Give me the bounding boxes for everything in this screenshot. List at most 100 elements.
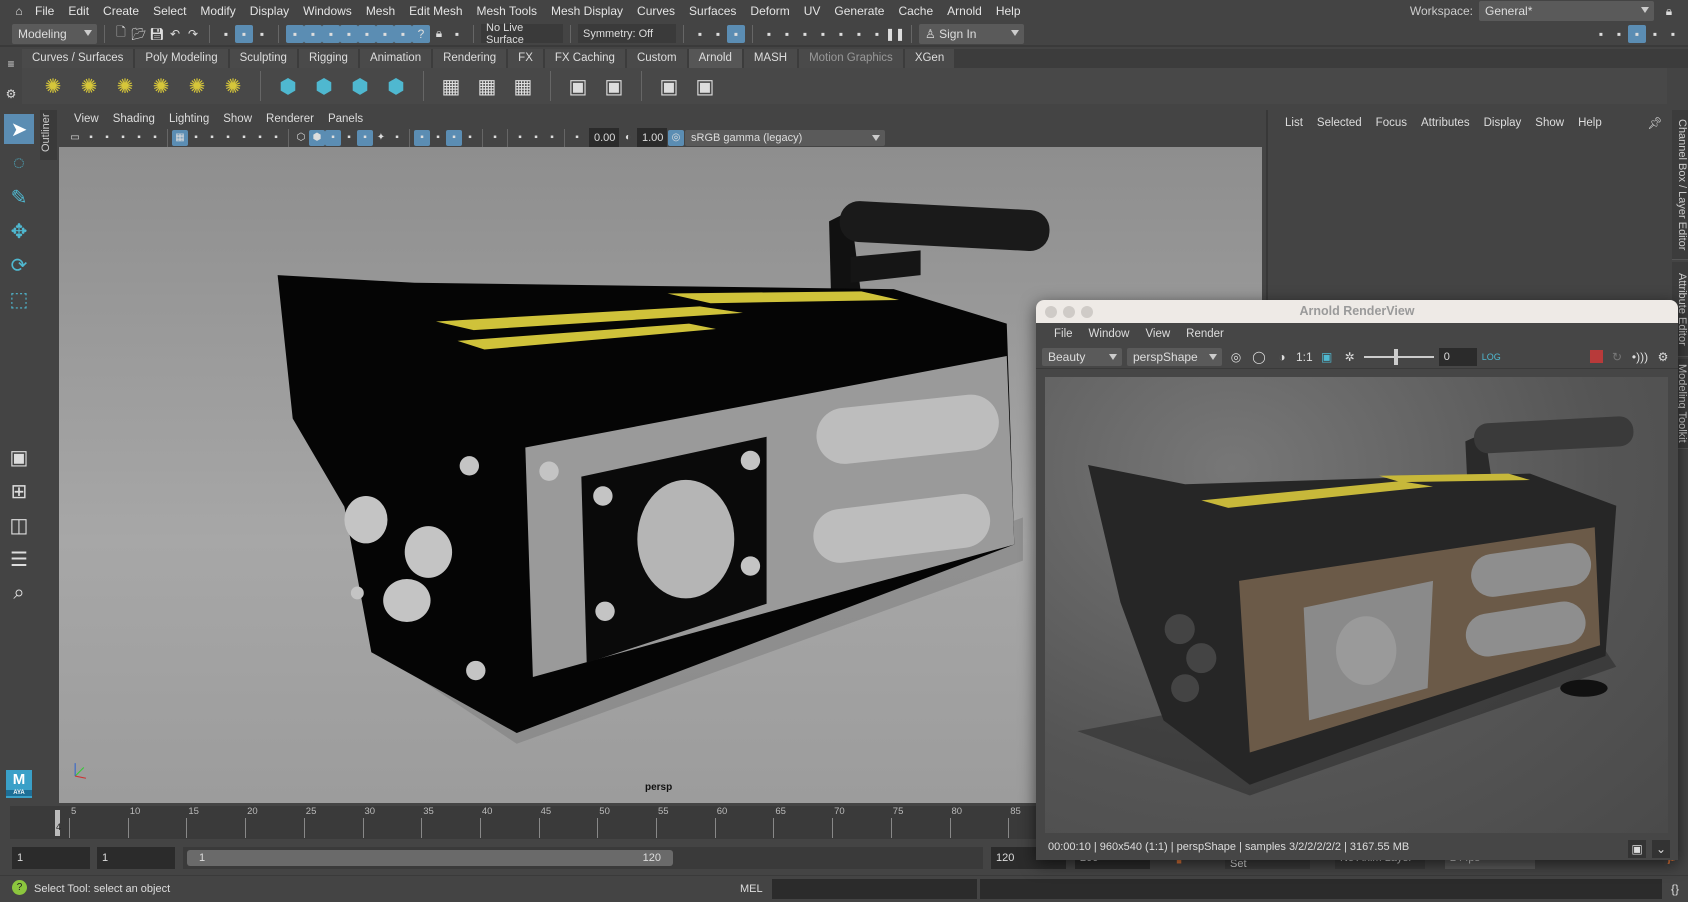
shelf-tab-sculpting[interactable]: Sculpting <box>229 49 297 68</box>
render-view-shelf-icon[interactable]: ▣ <box>656 73 682 99</box>
lights-icon[interactable]: ✦ <box>373 130 389 146</box>
standin-icon[interactable]: ⬢ <box>275 73 301 99</box>
light-editor-icon[interactable]: ▪ <box>868 25 886 43</box>
viewport-menu-shading[interactable]: Shading <box>106 113 162 125</box>
output-ops-icon[interactable]: ▪ <box>709 25 727 43</box>
redo-icon[interactable]: ↷ <box>184 25 202 43</box>
snap-surface-icon[interactable]: ▪ <box>358 24 376 43</box>
renderview-menu-window[interactable]: Window <box>1081 328 1138 340</box>
render-image[interactable] <box>1045 377 1668 833</box>
wireframe-on-shaded-icon[interactable]: ▪ <box>341 130 357 146</box>
photometric-light-icon[interactable]: ✺ <box>112 73 138 99</box>
create-standin-icon[interactable]: ⬢ <box>311 73 337 99</box>
menu-modify[interactable]: Modify <box>193 4 242 18</box>
select-hierarchy-icon[interactable]: ▪ <box>217 25 235 43</box>
menu-windows[interactable]: Windows <box>296 4 359 18</box>
grease-pencil-icon[interactable]: ▪ <box>147 130 163 146</box>
render-setup-icon[interactable]: ▪ <box>850 25 868 43</box>
renderview-menu-file[interactable]: File <box>1046 328 1081 340</box>
viewport-menu-renderer[interactable]: Renderer <box>259 113 321 125</box>
bookmark-icon[interactable]: ▪ <box>99 130 115 146</box>
screen-space-ao-icon[interactable]: ▪ <box>414 129 430 146</box>
area-light-icon[interactable]: ✺ <box>40 73 66 99</box>
render-current-icon[interactable]: ▪ <box>760 25 778 43</box>
input-ops-icon[interactable]: ▪ <box>691 25 709 43</box>
pin-icon[interactable]: 📌︎ <box>1646 114 1664 132</box>
snap-point-icon[interactable]: ▪ <box>322 24 340 43</box>
aov-icon[interactable]: ▣ <box>601 73 627 99</box>
save-scene-icon[interactable]: 💾︎ <box>148 25 166 43</box>
lasso-tool-icon[interactable]: ◌ <box>4 148 34 178</box>
lock-icon[interactable]: 🔒︎ <box>430 25 448 43</box>
open-scene-icon[interactable]: 📂︎ <box>130 25 148 43</box>
wireframe-icon[interactable]: ⬡ <box>293 130 309 146</box>
script-language-toggle[interactable]: MEL <box>740 883 763 895</box>
shelf-tab-motion-graphics[interactable]: Motion Graphics <box>799 49 903 68</box>
ipr-broadcast-icon[interactable]: •))) <box>1631 348 1649 366</box>
command-input[interactable] <box>772 879 977 899</box>
channel-box-menu-show[interactable]: Show <box>1528 117 1571 129</box>
light-portal-icon[interactable]: ✺ <box>184 73 210 99</box>
symmetry-dropdown[interactable]: Symmetry: Off <box>578 24 676 43</box>
gate-mask-icon[interactable]: ▪ <box>220 130 236 146</box>
live-surface-field[interactable]: No Live Surface <box>481 22 563 46</box>
safe-title-icon[interactable]: ▪ <box>268 130 284 146</box>
renderview-menu-view[interactable]: View <box>1137 328 1178 340</box>
colorspace-dropdown[interactable]: sRGB gamma (legacy) <box>685 129 885 146</box>
film-gate-icon[interactable]: ▪ <box>188 130 204 146</box>
channel-box-menu-selected[interactable]: Selected <box>1310 117 1369 129</box>
window-title-bar[interactable]: Arnold RenderView <box>1036 300 1678 323</box>
lock-camera-icon[interactable]: ▪ <box>83 130 99 146</box>
new-scene-icon[interactable]: 🗋 <box>112 25 130 43</box>
tool-settings-icon[interactable]: ▪ <box>1664 25 1682 43</box>
range-slider-handle[interactable]: 1 120 <box>187 850 673 866</box>
range-slider[interactable]: 1 120 <box>183 847 983 869</box>
undo-icon[interactable]: ↶ <box>166 25 184 43</box>
remove-texture-icon[interactable]: ▦ <box>510 73 536 99</box>
color-management-icon[interactable]: ◎ <box>668 129 684 146</box>
render-view-icon[interactable]: ▪ <box>832 25 850 43</box>
shelf-tab-curves-surfaces[interactable]: Curves / Surfaces <box>22 49 134 68</box>
gamma-field[interactable]: 1.00 <box>637 128 667 147</box>
mesh-light-icon[interactable]: ✺ <box>76 73 102 99</box>
workspace-dropdown[interactable]: General* <box>1479 1 1654 21</box>
menu-deform[interactable]: Deform <box>743 4 796 18</box>
flat-texture-icon[interactable]: ▦ <box>474 73 500 99</box>
home-icon[interactable]: ⌂ <box>10 2 28 20</box>
curve-collector-icon[interactable]: ⬢ <box>347 73 373 99</box>
expand-chevron-icon[interactable]: ⌄ <box>1652 840 1670 858</box>
channel-box-menu-help[interactable]: Help <box>1571 117 1609 129</box>
image-plane-icon[interactable]: ▪ <box>115 130 131 146</box>
field-chart-icon[interactable]: ▪ <box>236 130 252 146</box>
skydome-light-icon[interactable]: ✺ <box>148 73 174 99</box>
isolate-select-icon[interactable]: ▪ <box>487 130 503 146</box>
checker-icon[interactable]: ◑ <box>1273 348 1291 366</box>
xray-components-icon[interactable]: ▪ <box>544 130 560 146</box>
shelf-tab-mash[interactable]: MASH <box>743 49 798 68</box>
ipr-icon[interactable]: ▪ <box>778 25 796 43</box>
material-icon[interactable]: ▣ <box>565 73 591 99</box>
safe-action-icon[interactable]: ▪ <box>252 130 268 146</box>
2d-pan-icon[interactable]: ▪ <box>131 130 147 146</box>
snap-curve-icon[interactable]: ▪ <box>304 24 322 43</box>
snap-grid-icon[interactable]: ▪ <box>286 24 304 43</box>
channel-box-menu-display[interactable]: Display <box>1477 117 1529 129</box>
lock-icon[interactable]: 🔒︎ <box>1660 2 1678 20</box>
menu-set-dropdown[interactable]: Modeling <box>12 23 97 44</box>
outliner-layout-icon[interactable]: ☰ <box>4 544 34 574</box>
sign-in-dropdown[interactable]: ♙ Sign In <box>919 23 1024 44</box>
render-play-icon[interactable]: ▣ <box>692 73 718 99</box>
shelf-tab-xgen[interactable]: XGen <box>904 49 955 68</box>
volume-icon[interactable]: ⬢ <box>383 73 409 99</box>
select-object-icon[interactable]: ▪ <box>235 24 253 43</box>
menu-edit-mesh[interactable]: Edit Mesh <box>402 4 469 18</box>
playback-start-field[interactable]: 1 <box>97 847 175 869</box>
stop-render-icon[interactable] <box>1590 350 1603 363</box>
textured-icon[interactable]: ▪ <box>357 129 373 146</box>
human-ik-icon[interactable]: ▪ <box>1610 25 1628 43</box>
shelf-tab-fx[interactable]: FX <box>508 49 543 68</box>
tx-manager-icon[interactable]: ▦ <box>438 73 464 99</box>
motion-blur-icon[interactable]: ▪ <box>430 130 446 146</box>
menu-cache[interactable]: Cache <box>891 4 940 18</box>
scale-tool-icon[interactable]: ⬚ <box>4 284 34 314</box>
